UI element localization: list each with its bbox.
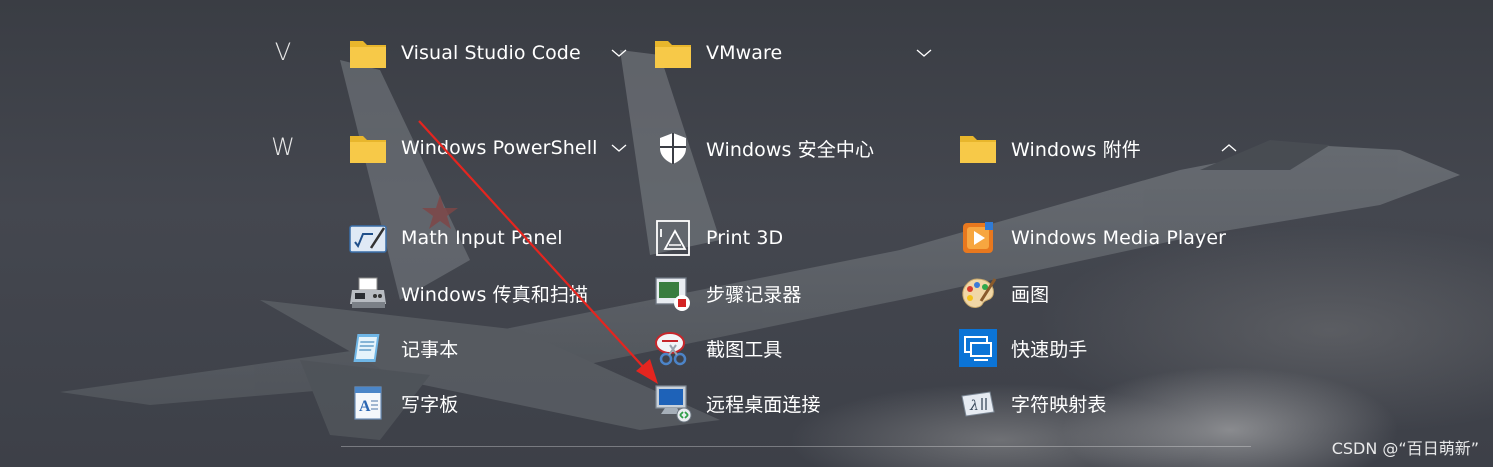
annotation-arrow xyxy=(418,120,658,384)
watermark-text: CSDN @“百日萌新” xyxy=(1331,439,1479,458)
